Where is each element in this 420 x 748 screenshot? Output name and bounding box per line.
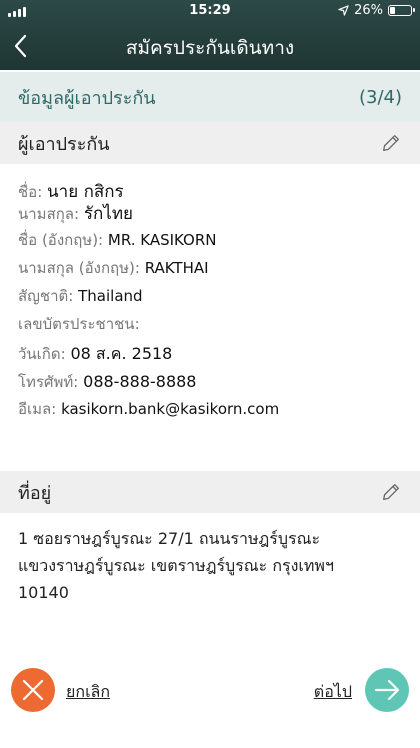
field-label: ชื่อ: xyxy=(18,183,43,201)
field-value: นาย กสิกร xyxy=(47,182,124,202)
field-label: ชื่อ (อังกฤษ): xyxy=(18,231,104,249)
next-button[interactable] xyxy=(365,668,409,712)
field-last-name: นามสกุล: รักไทย xyxy=(18,204,408,231)
field-label: วันเกิด: xyxy=(18,345,66,363)
address-line: แขวงราษฎร์บูรณะ เขตราษฎร์บูรณะ กรุงเทพฯ xyxy=(18,556,334,575)
next-link[interactable]: ต่อไป xyxy=(314,680,352,705)
field-value: MR. KASIKORN xyxy=(107,231,217,249)
status-bar: 15:29 26% xyxy=(0,0,420,22)
battery-percent: 26% xyxy=(354,3,383,18)
field-value: Thailand xyxy=(78,287,143,305)
cancel-link[interactable]: ยกเลิก xyxy=(66,680,110,705)
field-label: โทรศัพท์: xyxy=(18,373,79,391)
field-label: เลขบัตรประชาชน: xyxy=(18,315,140,333)
field-nationality: สัญชาติ: Thailand xyxy=(18,287,408,315)
field-value: RAKTHAI xyxy=(144,259,209,277)
battery-level-fill xyxy=(390,7,395,14)
address-line: 1 ซอยราษฎร์บูรณะ 27/1 ถนนราษฎร์บูรณะ xyxy=(18,529,321,548)
field-label: สัญชาติ: xyxy=(18,287,74,305)
step-progress: (3/4) xyxy=(358,86,402,108)
field-label: นามสกุล (อังกฤษ): xyxy=(18,259,140,277)
address-text: 1 ซอยราษฎร์บูรณะ 27/1 ถนนราษฎร์บูรณะ แขว… xyxy=(18,525,408,606)
field-label: อีเมล: xyxy=(18,400,57,418)
battery-icon xyxy=(388,5,415,16)
field-label: นามสกุล: xyxy=(18,205,80,223)
field-phone: โทรศัพท์: 088-888-8888 xyxy=(18,372,408,400)
field-en-last-name: นามสกุล (อังกฤษ): RAKTHAI xyxy=(18,259,408,287)
field-value: รักไทย xyxy=(83,204,133,224)
field-value: kasikorn.bank@kasikorn.com xyxy=(61,400,280,418)
field-birthdate: วันเกิด: 08 ส.ค. 2518 xyxy=(18,344,408,372)
field-first-name: ชื่อ: นาย กสิกร xyxy=(18,182,408,204)
edit-address-pencil-icon[interactable] xyxy=(380,481,402,503)
field-value: 08 ส.ค. 2518 xyxy=(70,344,173,363)
insured-section-header: ผู้เอาประกัน xyxy=(0,122,420,164)
app-header: 15:29 26% สมัครประกันเดินทาง xyxy=(0,0,420,70)
address-line: 10140 xyxy=(18,583,69,602)
field-id-card: เลขบัตรประชาชน: xyxy=(18,315,408,344)
address-heading: ที่อยู่ xyxy=(18,482,52,504)
edit-insured-pencil-icon[interactable] xyxy=(380,132,402,154)
step-label: ข้อมูลผู้เอาประกัน xyxy=(18,87,156,109)
insured-info: ชื่อ: นาย กสิกร นามสกุล: รักไทย ชื่อ (อั… xyxy=(18,182,408,428)
close-icon xyxy=(22,679,44,701)
field-value: 088-888-8888 xyxy=(83,372,197,391)
status-right: 26% xyxy=(338,3,415,18)
location-arrow-icon xyxy=(338,5,349,16)
step-bar: ข้อมูลผู้เอาประกัน (3/4) xyxy=(0,72,420,122)
address-section-header: ที่อยู่ xyxy=(0,471,420,513)
cancel-button[interactable] xyxy=(11,668,55,712)
field-en-first-name: ชื่อ (อังกฤษ): MR. KASIKORN xyxy=(18,231,408,259)
field-email: อีเมล: kasikorn.bank@kasikorn.com xyxy=(18,400,408,428)
arrow-right-icon xyxy=(374,679,400,701)
insured-heading: ผู้เอาประกัน xyxy=(18,133,110,155)
bottom-actions: ยกเลิก ต่อไป xyxy=(0,668,420,716)
page-title: สมัครประกันเดินทาง xyxy=(125,37,295,59)
